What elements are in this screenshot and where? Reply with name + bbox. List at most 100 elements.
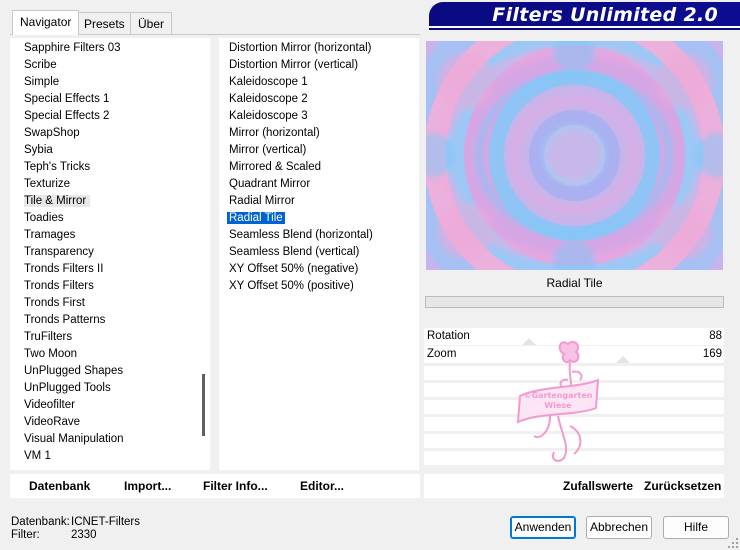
status-filter-value: 2330 (71, 529, 97, 541)
help-button[interactable]: Hilfe (663, 516, 729, 539)
status-filter-label: Filter: (11, 529, 40, 541)
zoom-slider-marker[interactable] (616, 356, 630, 363)
apply-button[interactable]: Anwenden (510, 516, 576, 539)
filter-item[interactable]: Distortion Mirror (horizontal) (229, 40, 419, 57)
category-list[interactable]: Sapphire Filters 03 Scribe Simple Special E… (10, 38, 210, 470)
category-item-label: UnPlugged Tools (24, 382, 111, 394)
filter-item-label: Seamless Blend (horizontal) (229, 229, 373, 241)
category-item[interactable]: Sapphire Filters 03 (24, 40, 210, 57)
filter-item[interactable]: Distortion Mirror (vertical) (229, 57, 419, 74)
category-items: Sapphire Filters 03 Scribe Simple Special E… (10, 38, 210, 465)
category-item-label: Toadies (24, 212, 64, 224)
filter-item[interactable]: Radial Mirror (229, 193, 419, 210)
app-title: Filters Unlimited 2.0 (492, 4, 718, 26)
filter-item[interactable]: Kaleidoscope 2 (229, 91, 419, 108)
category-item[interactable]: Tramages (24, 227, 210, 244)
database-button[interactable]: Datenbank (29, 479, 90, 493)
category-item-label: Scribe (24, 59, 57, 71)
editor-button[interactable]: Editor... (300, 479, 344, 493)
filter-item[interactable]: XY Offset 50% (positive) (229, 278, 419, 295)
param-zoom-label: Zoom (427, 348, 457, 360)
category-scrollbar-thumb[interactable] (202, 374, 205, 436)
header-banner: Filters Unlimited 2.0 (429, 2, 740, 28)
category-item[interactable]: VM 1 (24, 448, 210, 465)
category-item[interactable]: Transparency (24, 244, 210, 261)
filter-info-button[interactable]: Filter Info... (203, 479, 268, 493)
category-item[interactable]: Two Moon (24, 346, 210, 363)
tab-navigator[interactable]: Navigator (12, 10, 80, 35)
filter-item[interactable]: Seamless Blend (horizontal) (229, 227, 419, 244)
category-item-label: Transparency (24, 246, 94, 258)
filter-item[interactable]: Mirrored & Scaled (229, 159, 419, 176)
category-item[interactable]: Tile & Mirror (24, 193, 210, 210)
watermark-text-1: ©Gartengarten (524, 391, 593, 400)
filter-item-label: Seamless Blend (vertical) (229, 246, 360, 258)
category-item-label: Special Effects 1 (24, 93, 110, 105)
filter-item[interactable]: Mirror (vertical) (229, 142, 419, 159)
category-item[interactable]: Tronds Filters II (24, 261, 210, 278)
category-item-label: VM 1 (24, 450, 51, 462)
random-values-button[interactable]: Zufallswerte (563, 479, 633, 493)
category-item[interactable]: TruFilters (24, 329, 210, 346)
status-filter: Filter: 2330 (11, 529, 97, 541)
toolbar-right: Zufallswerte Zurücksetzen (424, 474, 724, 498)
category-item-label: Sybia (24, 144, 53, 156)
category-item-label: TruFilters (24, 331, 73, 343)
filter-item[interactable]: Radial Tile (227, 210, 419, 227)
category-item-label: Tronds Filters (24, 280, 94, 292)
category-item-label: Teph's Tricks (24, 161, 91, 173)
category-item[interactable]: UnPlugged Shapes (24, 363, 210, 380)
category-item-label: VideoRave (24, 416, 81, 428)
category-item-label: Tronds Patterns (24, 314, 106, 326)
filter-item-label: Radial Mirror (229, 195, 295, 207)
category-item[interactable]: Teph's Tricks (24, 159, 210, 176)
category-item[interactable]: Scribe (24, 57, 210, 74)
category-item[interactable]: Texturize (24, 176, 210, 193)
preview-pattern (426, 41, 723, 270)
category-item[interactable]: Sybia (24, 142, 210, 159)
category-item[interactable]: Special Effects 2 (24, 108, 210, 125)
tab-presets-label: Presets (84, 17, 125, 31)
category-item[interactable]: UnPlugged Tools (24, 380, 210, 397)
filter-item[interactable]: Kaleidoscope 1 (229, 74, 419, 91)
filter-item-label: Mirror (horizontal) (229, 127, 320, 139)
filter-item[interactable]: XY Offset 50% (negative) (229, 261, 419, 278)
category-item[interactable]: Special Effects 1 (24, 91, 210, 108)
filter-item[interactable]: Mirror (horizontal) (229, 125, 419, 142)
param-zoom-value: 169 (702, 348, 722, 360)
category-item[interactable]: Visual Manipulation (24, 431, 210, 448)
preview-filter-name: Radial Tile (546, 276, 603, 290)
resize-grip-icon[interactable] (728, 538, 738, 548)
filter-list[interactable]: Distortion Mirror (horizontal) Distortion… (219, 38, 419, 470)
watermark-text-2: Wiese (544, 401, 572, 410)
tab-uber[interactable]: Über (130, 12, 173, 34)
reset-button[interactable]: Zurücksetzen (644, 479, 721, 493)
category-item[interactable]: Toadies (24, 210, 210, 227)
category-item[interactable]: Videofilter (24, 397, 210, 414)
toolbar-left: Datenbank Import... Filter Info... Edito… (10, 474, 420, 498)
filter-item[interactable]: Kaleidoscope 3 (229, 108, 419, 125)
tab-uber-label: Über (138, 17, 165, 31)
import-button[interactable]: Import... (124, 479, 171, 493)
category-item[interactable]: Simple (24, 74, 210, 91)
tab-presets[interactable]: Presets (76, 12, 133, 34)
param-rotation-value: 88 (709, 330, 722, 342)
filter-items: Distortion Mirror (horizontal) Distortion… (219, 38, 419, 295)
progress-bar (425, 296, 724, 308)
filter-item[interactable]: Quadrant Mirror (229, 176, 419, 193)
category-item[interactable]: SwapShop (24, 125, 210, 142)
category-item-label: Simple (24, 76, 60, 88)
filter-item[interactable]: Seamless Blend (vertical) (229, 244, 419, 261)
category-item[interactable]: Tronds First (24, 295, 210, 312)
status-database: Datenbank: ICNET-Filters (11, 516, 140, 528)
category-item-label: Two Moon (24, 348, 78, 360)
category-item[interactable]: Tronds Filters (24, 278, 210, 295)
category-item-label: Texturize (24, 178, 71, 190)
tab-navigator-label: Navigator (20, 15, 72, 29)
cancel-button[interactable]: Abbrechen (586, 516, 652, 539)
filter-item-label: XY Offset 50% (positive) (229, 280, 354, 292)
category-item-label: Tronds Filters II (24, 263, 104, 275)
category-item[interactable]: VideoRave (24, 414, 210, 431)
category-item[interactable]: Tronds Patterns (24, 312, 210, 329)
category-item-label: Videofilter (24, 399, 75, 411)
